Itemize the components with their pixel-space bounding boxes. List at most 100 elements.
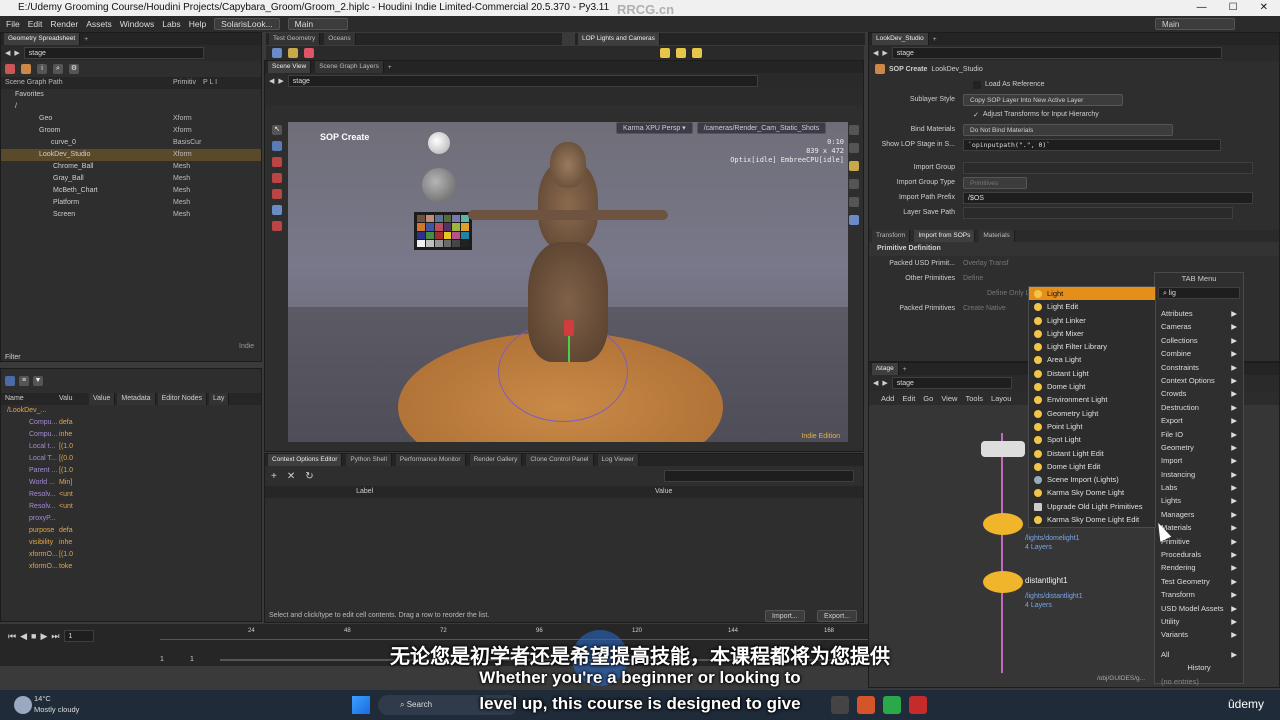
tab-menu-category[interactable]: Lights ▶ bbox=[1155, 494, 1243, 507]
tab-menu-category[interactable]: Combine ▶ bbox=[1155, 347, 1243, 360]
layer-save-path-field[interactable] bbox=[963, 206, 1233, 219]
close-icon[interactable]: ✕ bbox=[1260, 0, 1268, 16]
path-field[interactable]: stage bbox=[891, 377, 1012, 389]
export-button[interactable]: Export... bbox=[817, 610, 858, 622]
import-path-prefix-field[interactable]: /$OS bbox=[963, 191, 1253, 204]
camera-select[interactable]: /cameras/Render_Cam_Static_Shots bbox=[696, 122, 827, 134]
tree-row[interactable]: / bbox=[1, 101, 261, 113]
menu-edit[interactable]: Edit bbox=[28, 19, 43, 29]
tab-menu-category[interactable]: Transform ▶ bbox=[1155, 588, 1243, 601]
shelf-tool-icon[interactable] bbox=[288, 48, 298, 58]
lock-icon[interactable] bbox=[272, 141, 282, 151]
import-group-field[interactable] bbox=[963, 161, 1253, 174]
translate-handle[interactable] bbox=[564, 320, 574, 336]
display-option-icon[interactable] bbox=[849, 197, 859, 207]
desktop-select[interactable]: SolarisLook... bbox=[214, 18, 280, 30]
tree-row[interactable]: Platform Mesh bbox=[1, 197, 261, 209]
tab-layers[interactable]: Lay bbox=[209, 393, 230, 405]
list-icon[interactable]: ≡ bbox=[19, 376, 29, 386]
prop-row[interactable]: Local T... [(0.0 bbox=[1, 453, 261, 465]
light-tool-icon[interactable] bbox=[692, 48, 702, 58]
submenu-item[interactable]: Environment Light bbox=[1029, 393, 1155, 406]
scale-tool-icon[interactable] bbox=[272, 189, 282, 199]
back-arrow-icon[interactable]: ◀ bbox=[5, 49, 10, 57]
submenu-item[interactable]: Distant Light Edit bbox=[1029, 447, 1155, 460]
tree-row[interactable]: Favorites bbox=[1, 89, 261, 101]
path-field[interactable]: stage bbox=[23, 47, 204, 59]
tab-menu-category[interactable]: Collections ▶ bbox=[1155, 334, 1243, 347]
tree-row[interactable]: McBeth_Chart Mesh bbox=[1, 185, 261, 197]
network-menu-go[interactable]: Go bbox=[923, 394, 933, 403]
submenu-item[interactable]: Dome Light Edit bbox=[1029, 460, 1155, 473]
sublayer-style-select[interactable]: Copy SOP Layer Into New Active Layer bbox=[963, 93, 1123, 106]
prop-row[interactable]: Parent ... [(1.0 bbox=[1, 465, 261, 477]
renderer-select[interactable]: Karma XPU Persp ▾ bbox=[616, 122, 693, 134]
create-native-value[interactable]: Create Native bbox=[963, 305, 1006, 312]
menu-assets[interactable]: Assets bbox=[86, 19, 112, 29]
tab-performance-monitor[interactable]: Performance Monitor bbox=[395, 454, 466, 466]
menu-file[interactable]: File bbox=[6, 19, 20, 29]
submenu-item[interactable]: Scene Import (Lights) bbox=[1029, 473, 1155, 486]
tab-menu-category[interactable]: Labs ▶ bbox=[1155, 481, 1243, 494]
tab-value[interactable]: Value bbox=[89, 393, 116, 405]
submenu-item[interactable]: Dome Light bbox=[1029, 380, 1155, 393]
tab-editor-nodes[interactable]: Editor Nodes bbox=[157, 393, 208, 405]
submenu-item[interactable]: Distant Light bbox=[1029, 367, 1155, 380]
adjust-transforms-checkbox[interactable]: ✓ bbox=[973, 111, 979, 119]
tab-menu-category[interactable]: Constraints ▶ bbox=[1155, 361, 1243, 374]
submenu-item[interactable]: Karma Sky Dome Light bbox=[1029, 486, 1155, 499]
tab-menu-category[interactable]: Test Geometry ▶ bbox=[1155, 575, 1243, 588]
tab-transform[interactable]: Transform bbox=[872, 230, 911, 242]
tree-row-selected[interactable]: LookDev_Studio Xform bbox=[1, 149, 261, 161]
tab-menu-category[interactable]: Export ▶ bbox=[1155, 414, 1243, 427]
filter-label[interactable]: Filter bbox=[5, 354, 21, 361]
shelf-tool-icon[interactable] bbox=[272, 48, 282, 58]
tab-materials[interactable]: Materials bbox=[979, 230, 1015, 242]
submenu-item[interactable]: Spot Light bbox=[1029, 433, 1155, 446]
magnet-icon[interactable] bbox=[272, 221, 282, 231]
tab-test-geometry[interactable]: Test Geometry bbox=[269, 33, 321, 45]
forward-arrow-icon[interactable]: ▶ bbox=[882, 379, 887, 387]
handle-tool-icon[interactable] bbox=[272, 205, 282, 215]
display-option-icon[interactable] bbox=[849, 125, 859, 135]
load-as-reference-checkbox[interactable] bbox=[973, 80, 981, 89]
prop-row[interactable]: purpose defa bbox=[1, 525, 261, 537]
distant-light-node-icon[interactable] bbox=[983, 571, 1023, 593]
back-arrow-icon[interactable]: ◀ bbox=[873, 379, 878, 387]
submenu-item[interactable]: Karma Sky Dome Light Edit bbox=[1029, 513, 1155, 526]
submenu-item[interactable]: Upgrade Old Light Primitives bbox=[1029, 500, 1155, 513]
node-name[interactable]: LookDev_Studio bbox=[931, 66, 982, 73]
tab-scene-view[interactable]: Scene View bbox=[268, 61, 312, 73]
submenu-item[interactable]: Light Linker bbox=[1029, 314, 1155, 327]
tab-menu-category[interactable]: Crowds ▶ bbox=[1155, 387, 1243, 400]
tab-menu-category[interactable]: Attributes ▶ bbox=[1155, 307, 1243, 320]
tree-row[interactable]: Screen Mesh bbox=[1, 209, 261, 221]
display-option-icon[interactable] bbox=[849, 179, 859, 189]
tab-metadata[interactable]: Metadata bbox=[117, 393, 156, 405]
settings-icon[interactable]: ⚙ bbox=[69, 64, 79, 74]
prop-row[interactable]: Compu... defa bbox=[1, 417, 261, 429]
submenu-item[interactable]: Light Edit bbox=[1029, 300, 1155, 313]
rotate-tool-icon[interactable] bbox=[272, 173, 282, 183]
submenu-item[interactable]: Area Light bbox=[1029, 353, 1155, 366]
viewport[interactable]: SOP Create Karma XPU Persp ▾ /cameras/Re… bbox=[288, 122, 848, 442]
distant-light-name[interactable]: distantlight1 bbox=[1025, 576, 1068, 585]
tab-scene-graph-layers[interactable]: Scene Graph Layers bbox=[315, 61, 384, 73]
refresh-icon[interactable]: ↻ bbox=[305, 471, 313, 482]
light-tool-icon[interactable] bbox=[660, 48, 670, 58]
menu-render[interactable]: Render bbox=[50, 19, 78, 29]
prop-root[interactable]: /LookDev_... bbox=[1, 405, 261, 417]
tab-geometry-spreadsheet[interactable]: Geometry Spreadsheet bbox=[4, 33, 81, 45]
sop-create-node[interactable] bbox=[981, 441, 1025, 457]
tree-row[interactable]: curve_0 BasisCur bbox=[1, 137, 261, 149]
prop-row[interactable]: Resolv... <unt bbox=[1, 501, 261, 513]
prop-row[interactable]: Resolv... <unt bbox=[1, 489, 261, 501]
tab-lop-lights-cameras[interactable]: LOP Lights and Cameras bbox=[578, 33, 660, 45]
packed-usd-value[interactable]: Overlay Transf bbox=[963, 260, 1009, 267]
submenu-item[interactable]: Point Light bbox=[1029, 420, 1155, 433]
tree-row[interactable]: Groom Xform bbox=[1, 125, 261, 137]
submenu-item[interactable]: Light Mixer bbox=[1029, 327, 1155, 340]
tree-row[interactable]: Chrome_Ball Mesh bbox=[1, 161, 261, 173]
tab-lookdev-studio[interactable]: LookDev_Studio bbox=[872, 33, 929, 45]
submenu-item[interactable]: Geometry Light bbox=[1029, 407, 1155, 420]
